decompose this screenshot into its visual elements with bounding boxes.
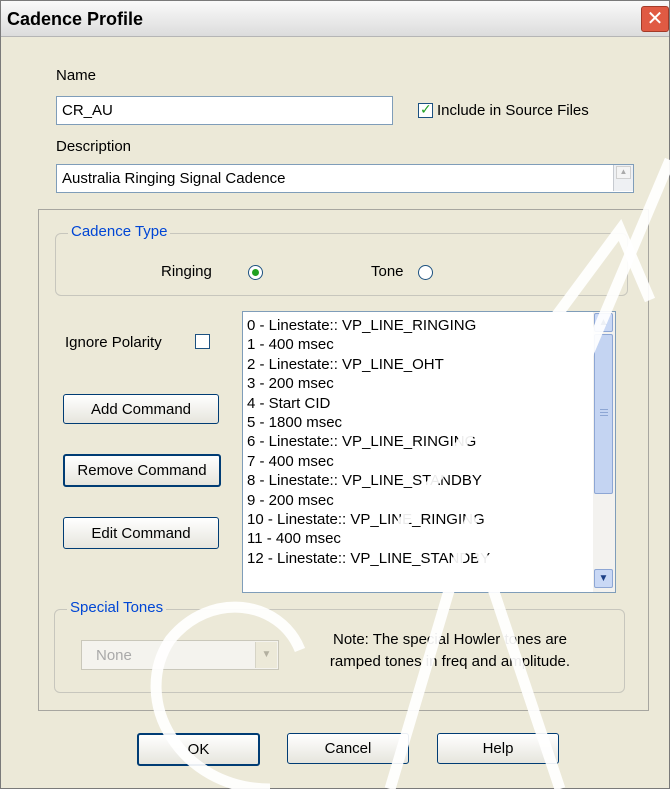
- command-list-item[interactable]: 10 - Linestate:: VP_LINE_RINGING: [247, 510, 592, 529]
- grip-line: [600, 415, 608, 416]
- scroll-up-icon[interactable]: ▲: [594, 313, 613, 332]
- tone-label: Tone: [371, 263, 404, 280]
- cadence-type-group: Cadence Type Ringing Tone: [55, 223, 628, 296]
- include-source-label: Include in Source Files: [437, 102, 589, 119]
- title-bar[interactable]: Cadence Profile ✕: [1, 1, 669, 37]
- window-title: Cadence Profile: [7, 9, 144, 29]
- command-list-scrollbar[interactable]: ▲ ▼: [593, 312, 615, 592]
- command-list-item[interactable]: 7 - 400 msec: [247, 452, 592, 471]
- scroll-down-icon[interactable]: ▼: [594, 569, 613, 588]
- remove-command-button[interactable]: Remove Command: [63, 454, 221, 487]
- grip-line: [600, 409, 608, 410]
- command-list-item[interactable]: 5 - 1800 msec: [247, 413, 592, 432]
- name-label: Name: [56, 67, 97, 84]
- description-label: Description: [56, 138, 132, 155]
- command-list-item[interactable]: 11 - 400 msec: [247, 529, 592, 548]
- add-command-button[interactable]: Add Command: [63, 394, 219, 424]
- chevron-down-icon[interactable]: ▼: [255, 642, 277, 668]
- command-list[interactable]: 0 - Linestate:: VP_LINE_RINGING 1 - 400 m…: [242, 311, 616, 593]
- command-list-item[interactable]: 3 - 200 msec: [247, 374, 592, 393]
- ignore-polarity-checkbox[interactable]: [195, 334, 210, 349]
- special-tones-legend: Special Tones: [67, 599, 167, 616]
- note-line-1: Note: The special Howler tones are: [332, 631, 567, 648]
- scroll-thumb[interactable]: [594, 334, 613, 494]
- command-list-item[interactable]: 6 - Linestate:: VP_LINE_RINGING: [247, 432, 592, 451]
- command-list-item[interactable]: 9 - 200 msec: [247, 491, 592, 510]
- ignore-polarity-label: Ignore Polarity: [65, 334, 162, 351]
- ringing-label: Ringing: [161, 263, 212, 280]
- command-list-item[interactable]: 4 - Start CID: [247, 394, 592, 413]
- description-spin[interactable]: ▲: [613, 165, 633, 191]
- cancel-button[interactable]: Cancel: [287, 733, 409, 764]
- command-list-item[interactable]: 12 - Linestate:: VP_LINE_STANDBY: [247, 549, 592, 568]
- command-list-items: 0 - Linestate:: VP_LINE_RINGING 1 - 400 m…: [247, 316, 592, 568]
- help-button[interactable]: Help: [437, 733, 559, 764]
- check-icon: ✓: [420, 101, 432, 117]
- close-icon[interactable]: ✕: [641, 6, 669, 32]
- special-tones-note: Note: The special Howler tones are rampe…: [297, 629, 603, 673]
- ringing-radio[interactable]: [248, 265, 263, 280]
- grip-line: [600, 412, 608, 413]
- special-tones-value: None: [96, 647, 132, 664]
- note-line-2: ramped tones in freq and amplitude.: [329, 653, 571, 670]
- command-list-item[interactable]: 1 - 400 msec: [247, 335, 592, 354]
- cadence-profile-dialog: Cadence Profile ✕ Name CR_AU ✓ Include i…: [0, 0, 670, 789]
- command-list-item[interactable]: 8 - Linestate:: VP_LINE_STANDBY: [247, 471, 592, 490]
- special-tones-select[interactable]: None ▼: [81, 640, 279, 670]
- tone-radio[interactable]: [418, 265, 433, 280]
- description-input[interactable]: Australia Ringing Signal Cadence: [56, 164, 634, 193]
- cadence-type-legend: Cadence Type: [68, 223, 171, 240]
- command-list-item[interactable]: 2 - Linestate:: VP_LINE_OHT: [247, 355, 592, 374]
- include-source-checkbox[interactable]: ✓: [418, 101, 433, 118]
- command-list-item[interactable]: 0 - Linestate:: VP_LINE_RINGING: [247, 316, 592, 335]
- name-input[interactable]: CR_AU: [56, 96, 393, 125]
- ok-button[interactable]: OK: [137, 733, 260, 766]
- edit-command-button[interactable]: Edit Command: [63, 517, 219, 549]
- radio-selected-icon: [252, 269, 259, 276]
